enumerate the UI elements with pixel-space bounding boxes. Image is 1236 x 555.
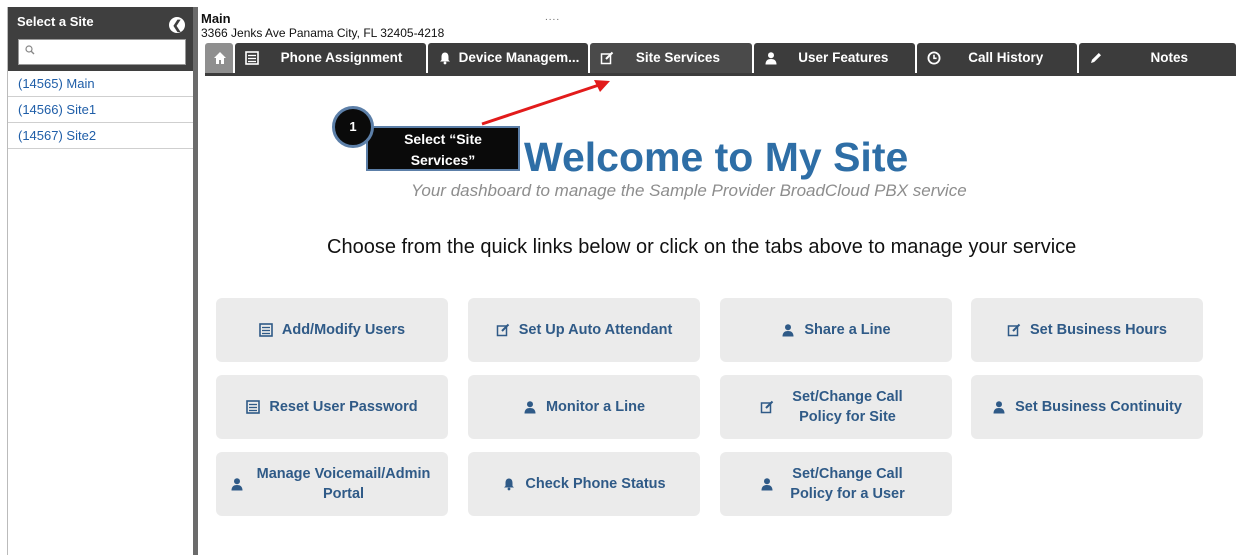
quick-link-label: Add/Modify Users: [281, 322, 406, 338]
search-icon: [25, 44, 35, 58]
tab-label: Site Services: [635, 50, 720, 65]
quick-link-label: Check Phone Status: [525, 476, 666, 492]
quick-link-label: Share a Line: [804, 322, 891, 338]
quick-link-set-business-hours[interactable]: Set Business Hours: [971, 298, 1203, 362]
quick-link-label: Set Up Auto Attendant: [518, 322, 673, 338]
checkbox-edit-icon: [496, 323, 510, 337]
user-icon: [781, 323, 795, 337]
user-icon: [992, 400, 1006, 414]
tab-label: Phone Assignment: [280, 50, 403, 65]
table-icon: [259, 323, 273, 337]
quick-link-label: Set Business Continuity: [1015, 399, 1182, 415]
quick-link-call-policy-user[interactable]: Set/Change Call Policy for a User: [720, 452, 952, 516]
quick-link-share-a-line[interactable]: Share a Line: [720, 298, 952, 362]
user-icon: [523, 400, 537, 414]
user-icon: [760, 477, 774, 491]
callout-text-line2: Services”: [410, 152, 476, 168]
tab-home[interactable]: [205, 43, 234, 73]
site-search-input[interactable]: [18, 39, 186, 65]
tab-device-management[interactable]: Device Managem...: [427, 43, 589, 73]
tab-label: Notes: [1150, 50, 1189, 65]
callout-label: Select “Site Services”: [366, 126, 520, 171]
site-sidebar: Select a Site ❮ (14565) Main (14566) Sit…: [7, 7, 193, 555]
quick-link-label: Monitor a Line: [545, 399, 646, 415]
home-icon: [213, 51, 227, 65]
quick-link-label: Reset User Password: [269, 399, 418, 415]
tab-site-services[interactable]: Site Services: [590, 43, 752, 73]
checkbox-edit-icon: [1007, 323, 1021, 337]
site-list-item-site2[interactable]: (14567) Site2: [8, 123, 193, 149]
bell-icon: [502, 477, 516, 491]
header-dots: ....: [545, 12, 561, 23]
quick-link-set-up-auto-attendant[interactable]: Set Up Auto Attendant: [468, 298, 700, 362]
sidebar-header: Select a Site ❮: [8, 7, 193, 71]
site-list-item-main[interactable]: (14565) Main: [8, 71, 193, 97]
tab-label: User Features: [798, 50, 889, 65]
quick-link-label: Set Business Hours: [1030, 322, 1167, 338]
tab-label: Call History: [968, 50, 1044, 65]
quick-link-label: Set/Change Call Policy for Site: [792, 389, 903, 425]
main-tab-bar: Phone Assignment Device Managem... Site …: [205, 43, 1236, 73]
site-list: (14565) Main (14566) Site1 (14567) Site2: [8, 71, 193, 149]
sidebar-title: Select a Site: [17, 14, 94, 29]
tab-call-history[interactable]: Call History: [917, 43, 1077, 73]
app-root: { "sidebar": { "title": "Select a Site",…: [0, 0, 1236, 555]
quick-link-manage-voicemail[interactable]: Manage Voicemail/Admin Portal: [216, 452, 448, 516]
quick-link-check-phone-status[interactable]: Check Phone Status: [468, 452, 700, 516]
quick-link-monitor-a-line[interactable]: Monitor a Line: [468, 375, 700, 439]
quick-link-reset-user-password[interactable]: Reset User Password: [216, 375, 448, 439]
quick-link-label: Manage Voicemail/Admin Portal: [256, 466, 431, 502]
welcome-heading: Welcome to My Site: [524, 134, 909, 180]
quick-link-call-policy-site[interactable]: Set/Change Call Policy for Site: [720, 375, 952, 439]
site-name: Main: [201, 11, 231, 26]
site-list-item-site1[interactable]: (14566) Site1: [8, 97, 193, 123]
tab-notes[interactable]: Notes: [1078, 43, 1236, 73]
tab-bar-underline: [205, 73, 1236, 76]
tab-phone-assignment[interactable]: Phone Assignment: [235, 43, 426, 73]
sidebar-splitter[interactable]: [193, 7, 198, 555]
tab-user-features[interactable]: User Features: [753, 43, 916, 73]
welcome-subtitle: Your dashboard to manage the Sample Prov…: [411, 181, 967, 200]
site-address: 3366 Jenks Ave Panama City, FL 32405-421…: [201, 26, 445, 40]
quick-link-set-business-continuity[interactable]: Set Business Continuity: [971, 375, 1203, 439]
instructions-text: Choose from the quick links below or cli…: [327, 236, 1077, 258]
callout-arrow: [481, 80, 610, 126]
quick-link-label: Set/Change Call Policy for a User: [790, 466, 905, 502]
quick-link-add-modify-users[interactable]: Add/Modify Users: [216, 298, 448, 362]
checkbox-edit-icon: [760, 400, 774, 414]
callout-step-number: 1: [332, 106, 374, 148]
tab-label: Device Managem...: [458, 50, 580, 65]
collapse-sidebar-icon[interactable]: ❮: [169, 17, 185, 33]
user-icon: [230, 477, 244, 491]
table-icon: [246, 400, 260, 414]
callout-text-line1: Select “Site: [404, 131, 482, 147]
